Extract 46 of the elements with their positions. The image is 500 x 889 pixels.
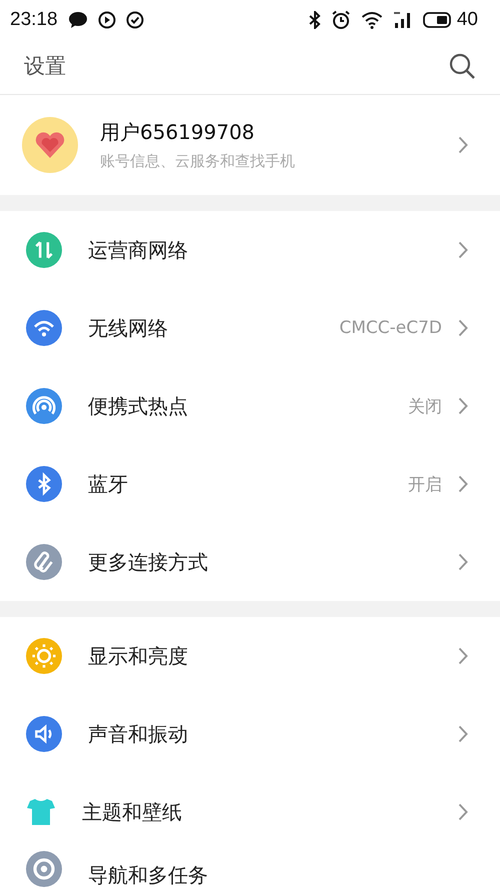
item-value: 关闭 <box>408 396 442 418</box>
chat-bubble-icon <box>68 11 88 29</box>
settings-item[interactable]: 更多连接方式 <box>0 523 500 601</box>
item-label: 无线网络 <box>88 314 169 342</box>
signal-icon <box>392 11 413 29</box>
chevron-right-icon <box>458 319 468 337</box>
chevron-right-icon <box>458 725 468 743</box>
play-icon <box>98 11 116 29</box>
item-value: 开启 <box>408 474 442 496</box>
item-label: 显示和亮度 <box>88 642 189 670</box>
item-label: 更多连接方式 <box>88 548 209 576</box>
settings-item[interactable]: 主题和壁纸 <box>0 773 500 851</box>
item-label: 主题和壁纸 <box>82 798 183 826</box>
chevron-right-icon <box>458 647 468 665</box>
item-label: 便携式热点 <box>88 392 189 420</box>
clock-time: 23:18 <box>10 9 58 31</box>
alarm-clock-icon <box>330 10 351 30</box>
chevron-right-icon <box>458 241 468 259</box>
account-name: 用户656199708 <box>100 119 256 146</box>
chevron-right-icon <box>458 136 468 154</box>
settings-item[interactable]: 声音和振动 <box>0 695 500 773</box>
settings-item[interactable]: 导航和多任务 <box>0 851 500 887</box>
account-subtitle: 账号信息、云服务和查找手机 <box>100 152 296 171</box>
chevron-right-icon <box>458 397 468 415</box>
item-label: 导航和多任务 <box>88 863 209 887</box>
battery-level: 40 <box>456 9 478 31</box>
page-title: 设置 <box>24 53 66 80</box>
chevron-right-icon <box>458 803 468 821</box>
item-label: 蓝牙 <box>88 470 129 498</box>
item-label: 运营商网络 <box>88 236 189 264</box>
settings-item[interactable]: 显示和亮度 <box>0 617 500 695</box>
settings-item[interactable]: 无线网络 CMCC-eC7D <box>0 289 500 367</box>
heart-avatar-icon <box>22 117 78 173</box>
chevron-right-icon <box>458 475 468 493</box>
item-value: CMCC-eC7D <box>339 318 442 338</box>
account-row[interactable]: 用户656199708 账号信息、云服务和查找手机 <box>0 95 500 195</box>
search-button[interactable] <box>448 52 476 80</box>
wifi-icon <box>360 11 383 29</box>
bluetooth-icon <box>308 11 321 29</box>
check-circle-icon <box>126 11 144 29</box>
settings-item[interactable]: 蓝牙 开启 <box>0 445 500 523</box>
settings-item[interactable]: 便携式热点 关闭 <box>0 367 500 445</box>
battery-icon <box>422 12 453 28</box>
settings-item[interactable]: 运营商网络 <box>0 211 500 289</box>
item-label: 声音和振动 <box>88 720 189 748</box>
chevron-right-icon <box>458 553 468 571</box>
